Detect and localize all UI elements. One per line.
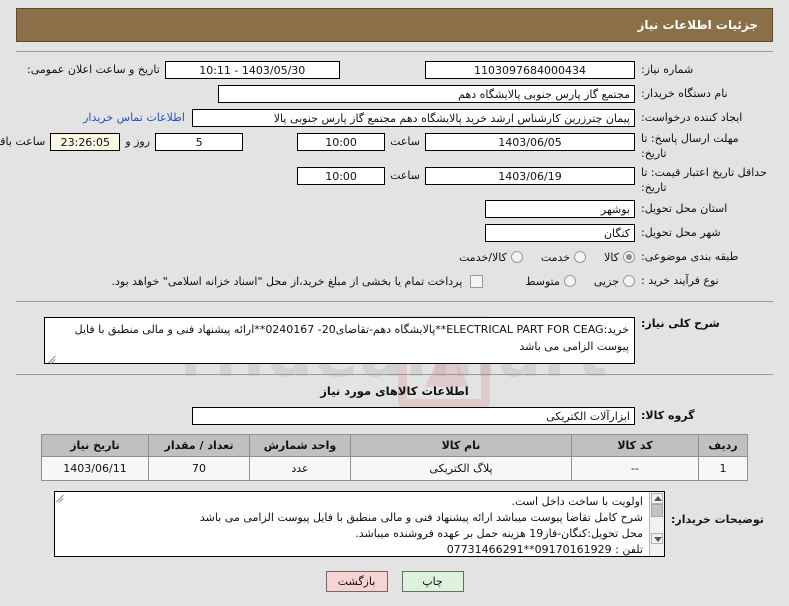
radio-icon-goods [623,251,635,264]
label-need-number: شماره نیاز: [641,63,694,76]
remaining-days-field: 5 [155,133,244,151]
col-header-name: نام کالا [350,434,572,458]
print-button[interactable]: چاپ [401,571,464,593]
label-requester: ایجاد کننده درخواست: [641,111,743,124]
treasury-bond-note: پرداخت تمام یا بخشی از مبلغ خرید،از محل … [111,274,463,288]
buyer-notes-text: اولویت با ساخت داخل است. شرح کامل تقاضا … [199,495,643,557]
col-header-need-date: تاریخ نیاز [41,434,149,458]
radio-label-medium: متوسط [525,274,560,288]
treasury-bond-checkbox[interactable] [470,274,484,288]
radio-icon-minor [623,275,635,288]
row-process-type: نوع فرآیند خرید : جزیی متوسط پرداخت تمام… [22,271,767,291]
label-province: استان محل تحویل: [641,202,728,216]
page-header: جزئیات اطلاعات نیاز [16,8,773,42]
goods-section-heading: اطلاعات کالاهای مورد نیاز [320,384,469,399]
radio-process-minor[interactable]: جزیی [594,275,635,288]
scroll-up-icon[interactable] [651,493,663,505]
label-city: شهر محل تحویل: [641,226,721,240]
summary-field[interactable]: خرید:ELECTRICAL PART FOR CEAG**پالایشگاه… [44,317,635,365]
cell-radif: 1 [698,456,748,482]
buyer-notes-scrollbar[interactable] [649,492,664,557]
radio-category-goods[interactable]: کالا [604,251,635,264]
col-header-unit: واحد شمارش [249,434,351,458]
label-buyer-notes: توضیحات خریدار: [671,513,764,527]
radio-category-goods-service[interactable]: کالا/خدمت [459,251,523,264]
radio-category-service[interactable]: خدمت [540,250,587,264]
goods-table-wrapper: ردیف کد کالا نام کالا واحد شمارش تعداد /… [41,434,748,482]
buyer-org-field[interactable]: مجتمع گاز پارس جنوبی پالایشگاه دهم [218,85,635,103]
radio-icon-medium [563,275,576,288]
goods-section: اطلاعات کالاهای مورد نیاز گروه کالا: ابز… [16,384,773,558]
summary-panel: شرح کلی نیاز: خرید:ELECTRICAL PART FOR C… [16,311,773,376]
row-city: شهر محل تحویل: کنگان [22,223,767,243]
row-price-validity: حداقل تاریخ اعتبار قیمت: تا تاریخ: 1403/… [22,166,767,196]
row-goods-group: گروه کالا: ابزارآلات الکتریکی [16,406,773,426]
buyer-contact-link[interactable]: اطلاعات تماس خریدار [76,109,192,127]
price-validity-date-field[interactable]: 1403/06/19 [425,166,635,185]
cell-unit: عدد [249,456,351,482]
table-row: 1 -- پلاگ الکتریکی عدد 70 1403/06/11 [41,456,748,482]
public-announcement-field[interactable]: 1403/05/30 - 10:11 [164,61,340,79]
row-province: استان محل تحویل: بوشهر [22,199,767,219]
need-details-panel: شماره نیاز: 1103097684000434 1403/05/30 … [0,51,773,303]
resize-grip-icon[interactable] [47,353,56,362]
label-response-deadline-hour: ساعت [390,135,420,148]
cell-need-date: 1403/06/11 [41,456,149,482]
label-summary: شرح کلی نیاز: [641,317,720,331]
label-buyer-org: نام دستگاه خریدار: [641,87,728,100]
buyer-notes-field[interactable]: اولویت با ساخت داخل است. شرح کامل تقاضا … [54,491,665,558]
label-response-deadline: مهلت ارسال پاسخ: تا تاریخ: [641,132,739,160]
goods-table: ردیف کد کالا نام کالا واحد شمارش تعداد /… [41,434,748,482]
col-header-radif: ردیف [698,434,748,458]
summary-text: خرید:ELECTRICAL PART FOR CEAG**پالایشگاه… [74,323,629,354]
row-buyer-org: نام دستگاه خریدار: مجتمع گاز پارس جنوبی … [22,84,767,104]
radio-label-goods-service: کالا/خدمت [459,250,507,264]
label-remaining-time: ساعت باقي مانده [0,135,46,148]
radio-icon-service [574,251,587,264]
scrollbar-thumb[interactable] [651,504,663,518]
radio-label-goods: کالا [604,250,619,264]
radio-icon-goods-service [510,251,523,264]
radio-process-medium[interactable]: متوسط [525,275,576,288]
row-buyer-notes: توضیحات خریدار: اولویت با ساخت داخل است.… [16,491,773,558]
radio-label-minor: جزیی [593,274,619,288]
radio-label-service: خدمت [540,250,571,264]
province-field[interactable]: بوشهر [485,200,635,219]
goods-group-field[interactable]: ابزارآلات الکتریکی [192,407,635,426]
footer-actions: چاپ بازگشت [0,571,789,593]
col-header-quantity: تعداد / مقدار [148,434,250,458]
response-deadline-date-field[interactable]: 1403/06/05 [425,133,635,151]
page-title: جزئیات اطلاعات نیاز [637,18,758,32]
row-category: طبقه بندی موضوعی: کالا خدمت کالا/خدمت [22,247,767,267]
row-requester: ایجاد کننده درخواست: پیمان چترزرین کارشن… [22,108,767,128]
goods-table-header-row: ردیف کد کالا نام کالا واحد شمارش تعداد /… [41,434,748,458]
need-number-field[interactable]: 1103097684000434 [425,61,635,79]
process-type-radio-group: جزیی متوسط [511,275,635,288]
label-remaining-days: روز و [125,135,151,148]
label-price-validity: حداقل تاریخ اعتبار قیمت: تا تاریخ: [641,165,767,194]
label-goods-group: گروه کالا: [641,409,695,423]
label-category: طبقه بندی موضوعی: [641,250,739,264]
notes-resize-grip-icon[interactable] [653,546,662,555]
cell-name: پلاگ الکتریکی [350,456,572,482]
city-field[interactable]: کنگان [485,224,635,243]
scroll-down-icon[interactable] [651,533,663,545]
label-public-announcement: تاریخ و ساعت اعلان عمومی: [27,63,160,76]
row-response-deadline: مهلت ارسال پاسخ: تا تاریخ: 1403/06/05 سا… [0,132,767,162]
category-radio-group: کالا خدمت کالا/خدمت [445,251,635,264]
remaining-time-field: 23:26:05 [50,133,121,151]
row-need-number: شماره نیاز: 1103097684000434 1403/05/30 … [22,60,767,80]
response-deadline-time-field[interactable]: 10:00 [297,133,386,151]
row-summary: شرح کلی نیاز: خرید:ELECTRICAL PART FOR C… [22,317,767,365]
cell-code: -- [571,456,699,482]
label-process-type: نوع فرآیند خرید : [641,274,719,288]
back-button[interactable]: بازگشت [325,571,388,593]
label-price-validity-hour: ساعت [390,168,420,182]
price-validity-time-field[interactable]: 10:00 [297,166,386,185]
cell-quantity: 70 [148,456,250,482]
requester-field[interactable]: پیمان چترزرین کارشناس ارشد خرید پالایشگا… [192,109,635,127]
col-header-code: کد کالا [571,434,699,458]
